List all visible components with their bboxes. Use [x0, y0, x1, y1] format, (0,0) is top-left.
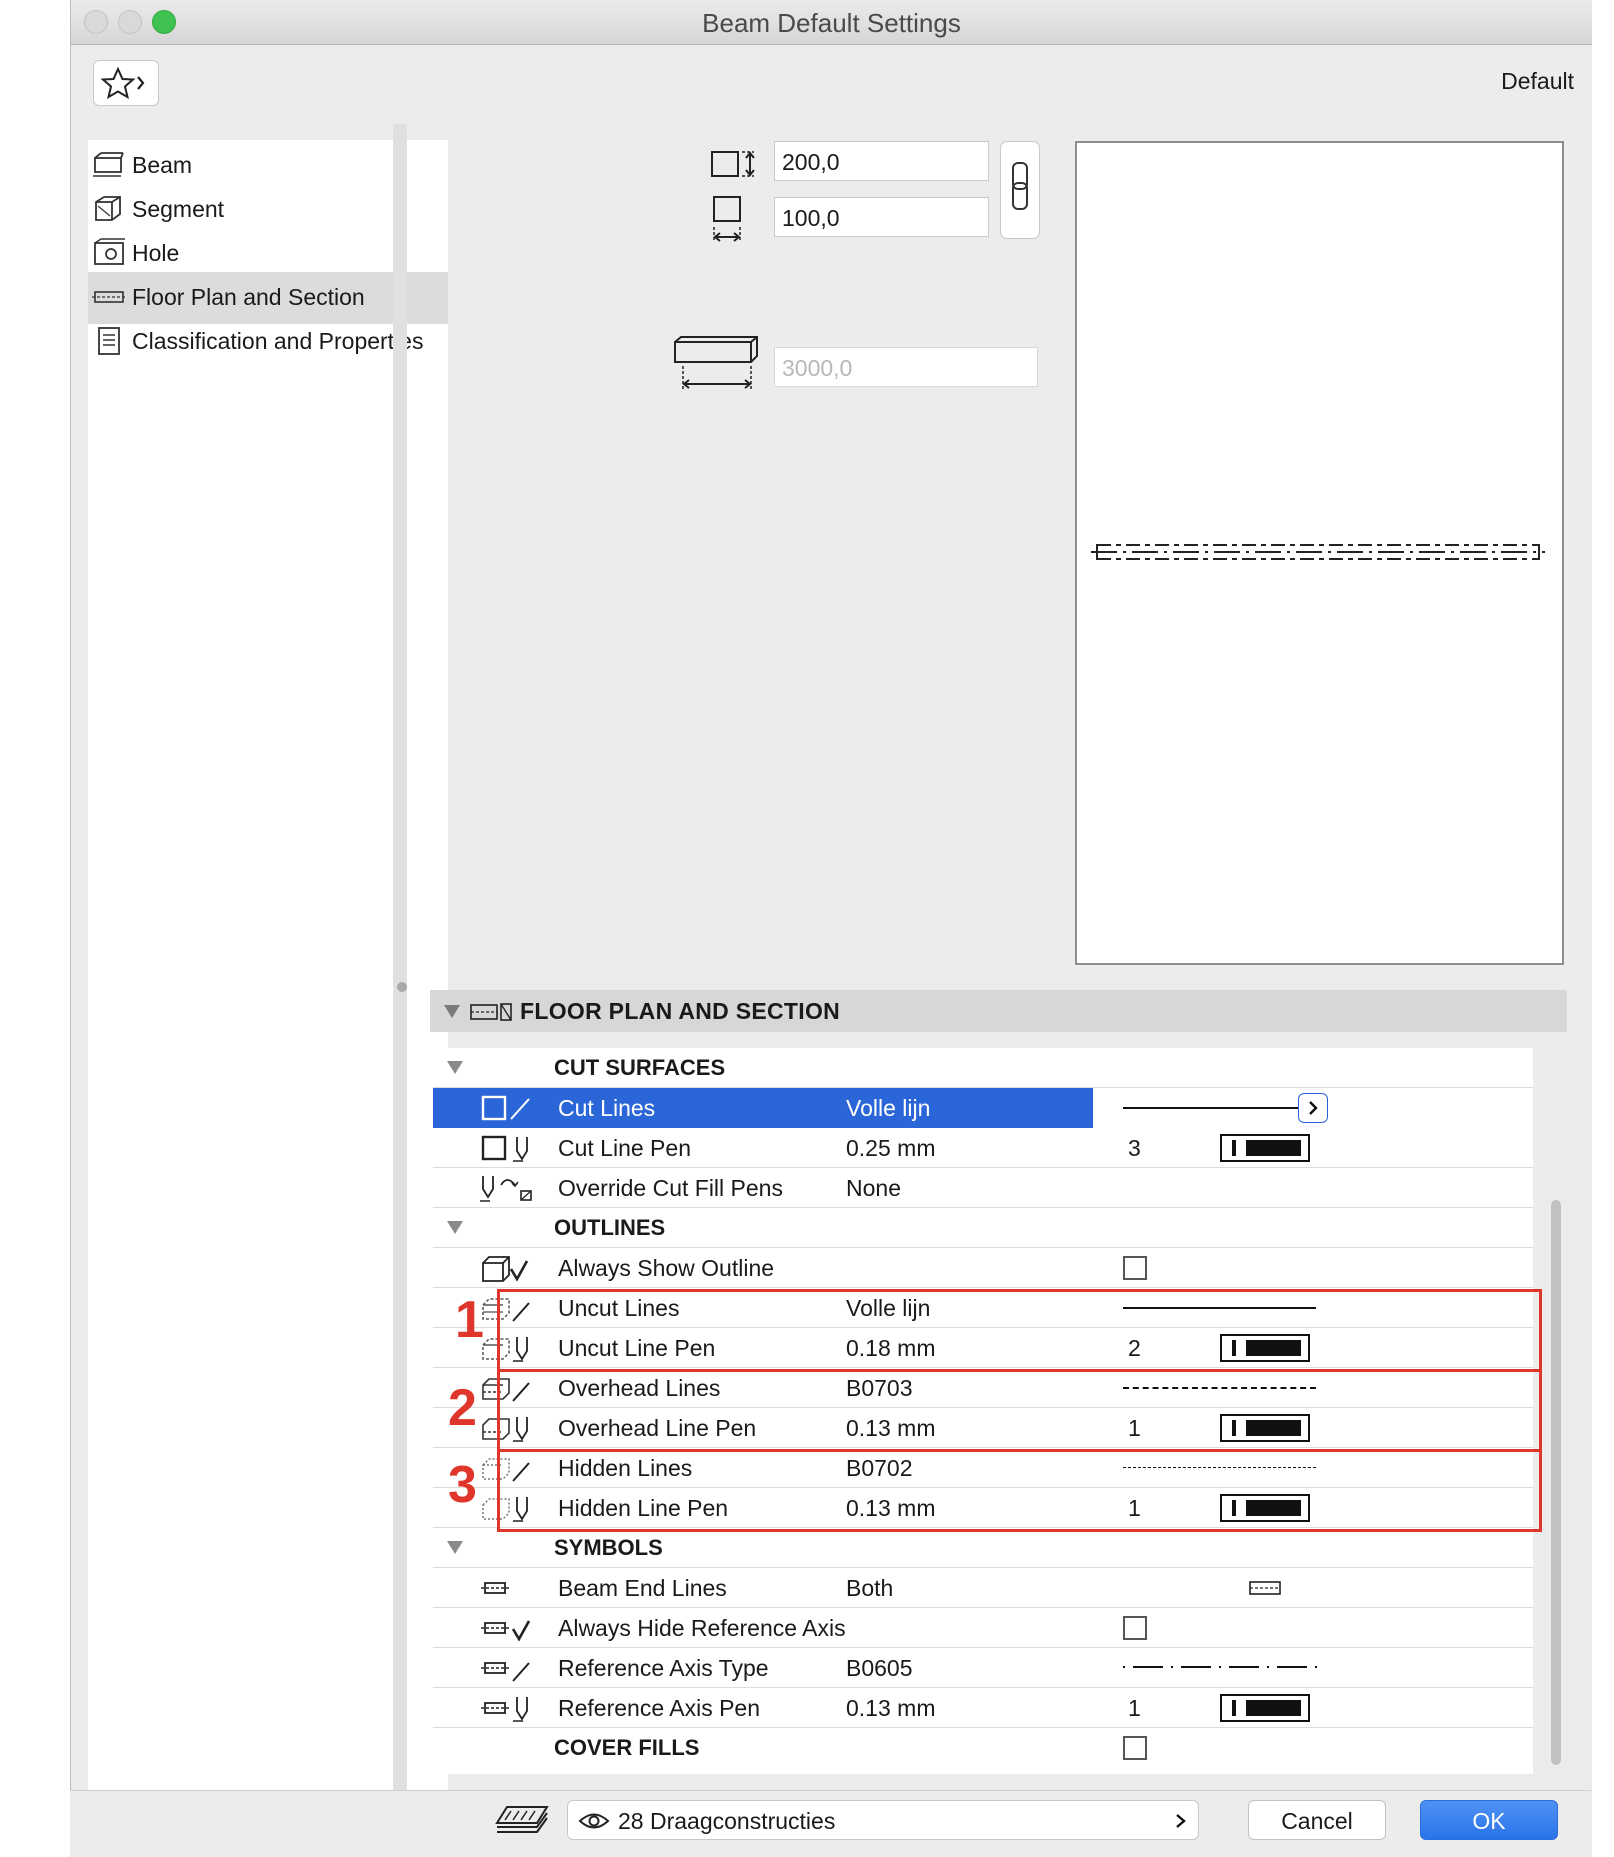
- pen-number: 1: [1128, 1695, 1141, 1721]
- row-name: Always Show Outline: [558, 1255, 775, 1281]
- eye-icon: [578, 1813, 610, 1829]
- ok-button[interactable]: OK: [1420, 1800, 1558, 1840]
- pen-number: 3: [1128, 1135, 1141, 1161]
- collapse-triangle-icon[interactable]: [444, 1005, 460, 1018]
- beam-end-symbol-sample: [1249, 1581, 1281, 1595]
- table-row-cut-lines[interactable]: Cut Lines Volle lijn: [433, 1088, 1533, 1128]
- section-title: CUT SURFACES: [554, 1055, 726, 1080]
- annotation-number-2: 2: [448, 1379, 477, 1437]
- panel-title: FLOOR PLAN AND SECTION: [520, 998, 841, 1024]
- table-row-always-show-outline[interactable]: Always Show Outline: [433, 1248, 1533, 1288]
- cut-line-pen-icon: [481, 1135, 528, 1162]
- dash-dot-line-sample: [1123, 1666, 1319, 1668]
- table-row-override-cut-fill-pens[interactable]: Override Cut Fill Pens None: [433, 1168, 1533, 1208]
- floor-plan-section-icon: [470, 1003, 512, 1021]
- table-row-reference-axis-type[interactable]: Reference Axis Type B0605: [433, 1648, 1533, 1688]
- row-name: Cut Lines: [558, 1095, 656, 1121]
- floor-plan-section-panel-header[interactable]: FLOOR PLAN AND SECTION: [430, 990, 1567, 1032]
- section-cover-fills[interactable]: COVER FILLS: [433, 1728, 1533, 1768]
- section-title: OUTLINES: [554, 1215, 666, 1240]
- hide-reference-axis-icon: [481, 1620, 531, 1642]
- cut-lines-icon: [481, 1095, 530, 1121]
- row-name: Beam End Lines: [558, 1575, 727, 1601]
- sidebar-item-label: Classification and Properties: [132, 328, 424, 354]
- table-row-beam-end-lines[interactable]: Beam End Lines Both: [433, 1568, 1533, 1608]
- annotation-box-3: [497, 1449, 1542, 1532]
- sidebar-item-label: Segment: [132, 196, 225, 222]
- star-icon: [100, 66, 145, 100]
- pen-swatch[interactable]: [1220, 1694, 1310, 1722]
- hole-icon: [94, 238, 125, 265]
- annotation-box-2: [497, 1369, 1542, 1452]
- length-dimension-icon: [674, 336, 758, 390]
- always-show-outline-checkbox[interactable]: [1123, 1256, 1147, 1280]
- favorites-button[interactable]: [93, 60, 159, 106]
- cover-fills-checkbox[interactable]: [1123, 1736, 1147, 1760]
- reference-axis-type-icon: [481, 1662, 530, 1682]
- layers-icon: [495, 1806, 549, 1833]
- sidebar-item-label: Beam: [132, 152, 193, 178]
- title-bar: Beam Default Settings: [71, 0, 1592, 45]
- row-name: Reference Axis Pen: [558, 1695, 761, 1721]
- expand-triangle-icon[interactable]: [447, 1541, 463, 1554]
- table-scrollbar[interactable]: [1551, 1200, 1561, 1765]
- annotation-number-3: 3: [448, 1456, 477, 1514]
- annotation-number-1: 1: [455, 1291, 484, 1349]
- row-name: Reference Axis Type: [558, 1655, 769, 1681]
- sidebar-item-label: Hole: [132, 240, 180, 266]
- chevron-right-icon: [1309, 1101, 1318, 1115]
- beam-length-input: 3000,0: [774, 347, 1038, 387]
- show-outline-icon: [482, 1256, 529, 1282]
- table-row-reference-axis-pen[interactable]: Reference Axis Pen 0.13 mm 1: [433, 1688, 1533, 1728]
- beam-width-input[interactable]: 100,0: [774, 197, 989, 237]
- segment-icon: [95, 196, 121, 221]
- splitter-handle[interactable]: [397, 982, 407, 992]
- height-dimension-icon: [711, 151, 755, 177]
- row-value: None: [846, 1175, 901, 1201]
- always-hide-reference-axis-checkbox[interactable]: [1123, 1616, 1147, 1640]
- cancel-button[interactable]: Cancel: [1248, 1800, 1386, 1840]
- row-value: 0.13 mm: [846, 1695, 936, 1721]
- row-value: Volle lijn: [846, 1095, 931, 1121]
- favorite-preset-label: Default: [1501, 68, 1574, 94]
- solid-line-sample: [1123, 1107, 1318, 1109]
- layer-selector[interactable]: 28 Draagconstructies: [567, 1800, 1199, 1840]
- pen-swatch[interactable]: [1220, 1134, 1310, 1162]
- width-dimension-icon: [713, 196, 741, 242]
- sidebar-item-label: Floor Plan and Section: [132, 284, 365, 310]
- row-value: B0605: [846, 1655, 913, 1681]
- classification-icon: [98, 327, 120, 355]
- beam-end-lines-icon: [481, 1582, 509, 1594]
- row-value: 0.25 mm: [846, 1135, 936, 1161]
- beam-preview-drawing: [1091, 544, 1545, 560]
- annotation-box-1: [497, 1289, 1542, 1372]
- row-value: Both: [846, 1575, 894, 1601]
- section-outlines[interactable]: OUTLINES: [433, 1208, 1533, 1248]
- beam-preview: [1075, 141, 1564, 965]
- chevron-right-icon: [1176, 1814, 1186, 1828]
- row-name: Always Hide Reference Axis: [558, 1615, 846, 1641]
- section-cut-surfaces[interactable]: CUT SURFACES: [433, 1048, 1533, 1088]
- override-fill-pens-icon: [480, 1176, 532, 1202]
- row-name: Cut Line Pen: [558, 1135, 691, 1161]
- beam-height-input[interactable]: 200,0: [774, 141, 989, 181]
- line-type-cell[interactable]: [1093, 1088, 1533, 1128]
- link-dimensions-button[interactable]: [1000, 141, 1040, 239]
- reference-axis-pen-icon: [481, 1697, 528, 1722]
- expand-triangle-icon[interactable]: [447, 1221, 463, 1234]
- section-title: SYMBOLS: [554, 1535, 663, 1560]
- floor-plan-section-icon: [92, 291, 126, 303]
- expand-triangle-icon[interactable]: [447, 1061, 463, 1074]
- layer-name: 28 Draagconstructies: [618, 1808, 836, 1834]
- table-row-always-hide-reference-axis[interactable]: Always Hide Reference Axis: [433, 1608, 1533, 1648]
- table-row-cut-line-pen[interactable]: Cut Line Pen 0.25 mm 3: [433, 1128, 1533, 1168]
- row-name: Override Cut Fill Pens: [558, 1175, 783, 1201]
- window-title: Beam Default Settings: [702, 8, 961, 38]
- section-title: COVER FILLS: [554, 1735, 700, 1760]
- beam-icon: [93, 152, 124, 177]
- line-type-picker-button[interactable]: [1298, 1093, 1328, 1123]
- section-symbols[interactable]: SYMBOLS: [433, 1528, 1533, 1568]
- chain-link-icon: [1012, 162, 1028, 210]
